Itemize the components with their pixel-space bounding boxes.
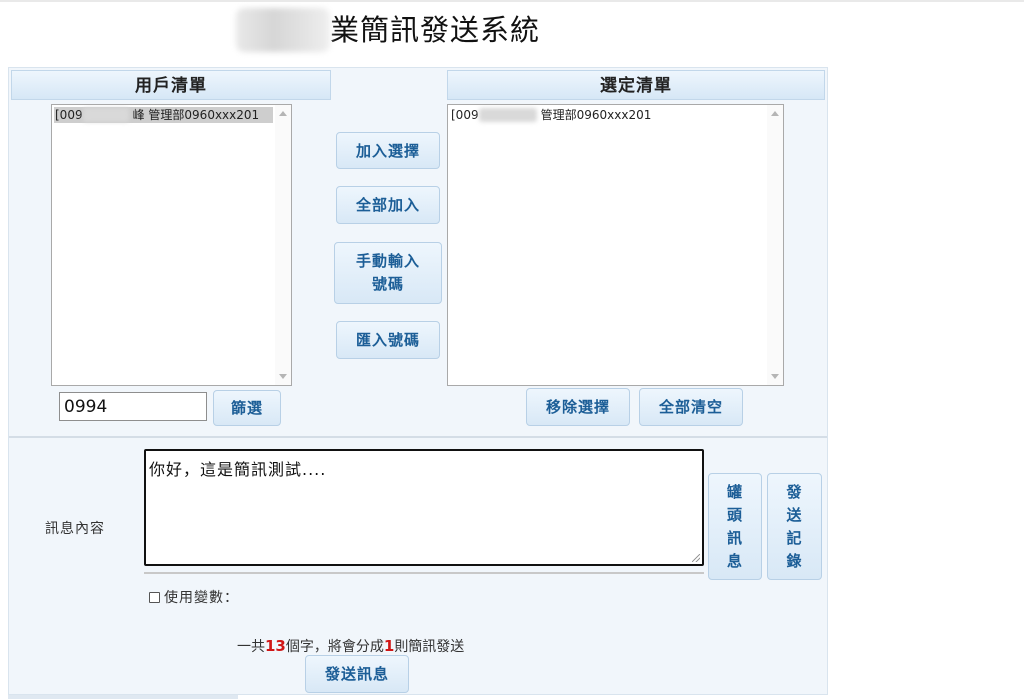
canned-message-char: 息	[726, 551, 743, 570]
page-title: 業簡訊發送系統	[236, 8, 540, 52]
count-prefix: 一共	[237, 639, 265, 655]
scroll-down-icon[interactable]	[279, 374, 287, 379]
section-divider	[9, 436, 827, 438]
message-count: 1	[383, 637, 395, 655]
count-middle: 個字，將會分成	[285, 639, 384, 655]
import-numbers-button[interactable]: 匯入號碼	[336, 321, 440, 359]
send-history-char: 發	[786, 482, 803, 501]
manual-input-label-2: 號碼	[371, 275, 404, 293]
character-count-line: 一共13個字，將會分成1則簡訊發送	[237, 636, 464, 656]
message-textarea[interactable]: 你好，這是簡訊測試....	[144, 449, 704, 566]
filter-button[interactable]: 篩選	[213, 390, 281, 426]
user-list-box[interactable]: [009 峰 管理部0960xxx201	[51, 104, 292, 386]
user-list-item[interactable]: [009 峰 管理部0960xxx201	[54, 107, 273, 123]
send-message-button[interactable]: 發送訊息	[305, 655, 409, 693]
canned-message-char: 頭	[726, 505, 743, 524]
canned-message-char: 罐	[726, 482, 743, 501]
canned-message-char: 訊	[726, 528, 743, 547]
message-content: 你好，這是簡訊測試....	[149, 460, 327, 479]
redaction-mask	[479, 108, 537, 122]
user-list-header: 用戶清單	[11, 70, 331, 100]
selected-list-header: 選定清單	[447, 70, 825, 100]
selected-list-item[interactable]: [009 管理部0960xxx201	[450, 107, 765, 123]
bottom-strip	[8, 695, 238, 699]
add-selected-button[interactable]: 加入選擇	[336, 132, 440, 169]
top-border	[0, 0, 1024, 2]
selected-list-item-prefix: [009	[451, 108, 479, 122]
clear-all-button[interactable]: 全部清空	[639, 388, 743, 426]
remove-selected-button[interactable]: 移除選擇	[526, 388, 630, 426]
character-count: 13	[265, 637, 286, 655]
count-suffix: 則簡訊發送	[394, 639, 465, 655]
selected-list-item-suffix: 管理部0960xxx201	[540, 108, 652, 122]
user-list-item-prefix: [009	[55, 108, 83, 122]
send-history-button[interactable]: 發 送 記 錄	[767, 473, 822, 580]
textarea-underline	[144, 572, 704, 574]
selected-list-box[interactable]: [009 管理部0960xxx201	[447, 104, 784, 386]
use-variables-checkbox[interactable]	[149, 591, 160, 603]
sms-form-panel: 用戶清單 [009 峰 管理部0960xxx201 篩選 加入選擇 全部加入 手動…	[8, 67, 828, 695]
manual-input-label-1: 手動輸入	[355, 252, 420, 270]
filter-input[interactable]	[59, 392, 207, 421]
send-history-char: 送	[786, 505, 803, 524]
use-variables-label: 使用變數：	[164, 590, 239, 606]
canned-message-button[interactable]: 罐 頭 訊 息	[708, 473, 762, 580]
redaction-mask	[83, 108, 129, 122]
scroll-up-icon[interactable]	[279, 111, 287, 116]
send-history-char: 錄	[786, 551, 803, 570]
selected-list-scrollbar[interactable]	[767, 105, 783, 385]
blurred-company-name	[236, 8, 330, 52]
manual-input-button[interactable]: 手動輸入 號碼	[334, 242, 442, 304]
page-title-text: 業簡訊發送系統	[330, 13, 541, 47]
add-all-button[interactable]: 全部加入	[336, 186, 440, 224]
user-list-scrollbar[interactable]	[275, 105, 291, 385]
resize-grip-icon[interactable]	[692, 554, 700, 562]
scroll-down-icon[interactable]	[771, 374, 779, 379]
user-list-item-suffix: 峰 管理部0960xxx201	[132, 108, 260, 122]
scroll-up-icon[interactable]	[771, 111, 779, 116]
use-variables-row[interactable]: 使用變數：	[149, 587, 239, 607]
send-history-char: 記	[786, 528, 803, 547]
message-label: 訊息內容	[45, 521, 105, 537]
